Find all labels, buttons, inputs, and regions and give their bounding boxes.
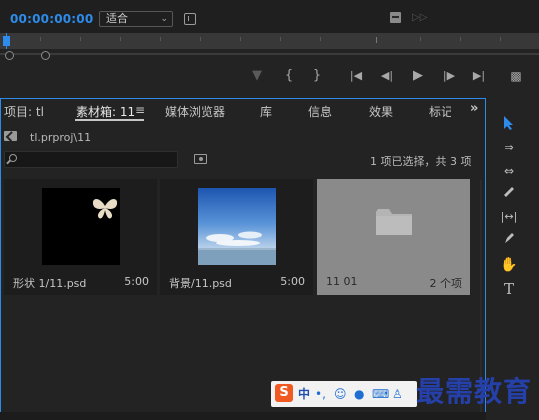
play-icon[interactable]: ▶ [408,68,428,84]
keyboard-icon[interactable]: ⌨ [372,386,389,402]
skin-icon[interactable]: ♙ [392,386,403,402]
search-icon [9,154,17,162]
bin-item-grid: 形状 1/11.psd 5:00 背景/11.psd 5:00 11 01 2 … [4,179,474,295]
item-count: 2 个项 [429,277,463,290]
item-name: 形状 1/11.psd [13,277,87,290]
mark-out-icon[interactable]: } [307,68,327,84]
landscape-image-icon [198,188,276,265]
tab-effects[interactable]: 效果 [369,103,393,120]
lock-icon[interactable] [390,12,401,23]
tab-bin[interactable]: 素材箱: 11 [76,103,135,120]
selection-status: 1 项已选择，共 3 项 [370,155,472,168]
ime-mode[interactable]: 中 [298,386,310,402]
bin-path: tl.prproj\11 [30,131,92,144]
track-select-tool-icon[interactable]: ⇒ [497,138,521,158]
panel-footer [0,412,486,420]
zoom-range-start-handle[interactable] [5,51,14,60]
razor-tool-icon[interactable] [497,184,521,204]
tools-panel: ⇒ ⇔ |↔| ✋ T [493,107,525,412]
item-duration: 5:00 [124,275,149,288]
go-to-in-icon[interactable]: |◀ [346,68,366,84]
list-item[interactable]: 形状 1/11.psd 5:00 [4,179,157,295]
parent-bin-icon[interactable] [4,131,17,141]
emoji-icon[interactable]: ☺ [334,386,347,402]
tab-project[interactable]: 项目: tl [4,103,44,120]
ime-logo[interactable]: S [275,384,293,402]
panel-tabs: 项目: tl 素材箱: 11 媒体浏览器 库 信息 效果 标记 [1,99,485,121]
item-name: 背景/11.psd [169,277,232,290]
watermark-logo: 最需教育 [416,375,533,408]
slip-tool-icon[interactable]: |↔| [497,207,521,227]
zoom-range-end-handle[interactable] [41,51,50,60]
more-tabs-icon[interactable]: » [470,101,478,116]
playhead-handle[interactable] [3,36,10,46]
pen-tool-icon[interactable] [497,231,521,251]
item-duration: 5:00 [280,275,305,288]
hand-tool-icon[interactable]: ✋ [497,255,521,275]
ime-toolbar: S 中 •, ☺ ● ⌨ ♙ [271,381,417,407]
zoom-fit-value: 适合 [106,12,128,25]
transport-controls: ▼ { } |◀ ◀| ▶ |▶ ▶| ▩ [0,63,539,89]
tab-media-browser[interactable]: 媒体浏览器 [165,103,225,120]
button-editor-icon[interactable]: ▩ [506,68,526,84]
new-search-bin-icon[interactable] [194,154,207,164]
punctuation-icon[interactable]: •, [315,386,326,402]
add-marker-icon[interactable]: ▼ [247,68,267,84]
item-name: 11 01 [326,275,358,288]
ripple-edit-tool-icon[interactable]: ⇔ [497,161,521,181]
step-forward-icon[interactable]: |▶ [439,68,459,84]
time-ruler[interactable] [0,33,539,49]
list-item-selected[interactable]: 11 01 2 个项 [317,179,470,295]
panel-menu-icon[interactable]: ≡ [135,103,145,117]
active-tab-indicator [75,119,144,121]
item-thumbnail [42,188,120,265]
go-to-out-icon[interactable]: ▶| [469,68,489,84]
playhead-timecode[interactable]: 00:00:00:00 [10,12,93,26]
tab-markers[interactable]: 标记 [429,103,451,120]
step-back-icon[interactable]: ◀| [377,68,397,84]
list-item[interactable]: 背景/11.psd 5:00 [160,179,313,295]
tab-libraries[interactable]: 库 [260,103,272,120]
microphone-icon[interactable]: ● [354,386,364,402]
type-tool-icon[interactable]: T [497,279,521,299]
fast-forward-icon[interactable]: ▷▷ [412,12,427,23]
butterfly-icon [92,198,118,219]
chevron-down-icon: ⌄ [160,14,168,24]
zoom-range-track[interactable] [0,53,539,55]
zoom-fit-select[interactable]: 适合 ⌄ [99,11,173,27]
tab-info[interactable]: 信息 [308,103,332,120]
search-input[interactable] [22,152,172,167]
item-thumbnail [198,188,276,265]
mark-in-icon[interactable]: { [279,68,299,84]
selection-tool-icon[interactable] [497,115,521,135]
folder-icon [376,209,412,235]
resolution-icon[interactable] [184,13,196,25]
